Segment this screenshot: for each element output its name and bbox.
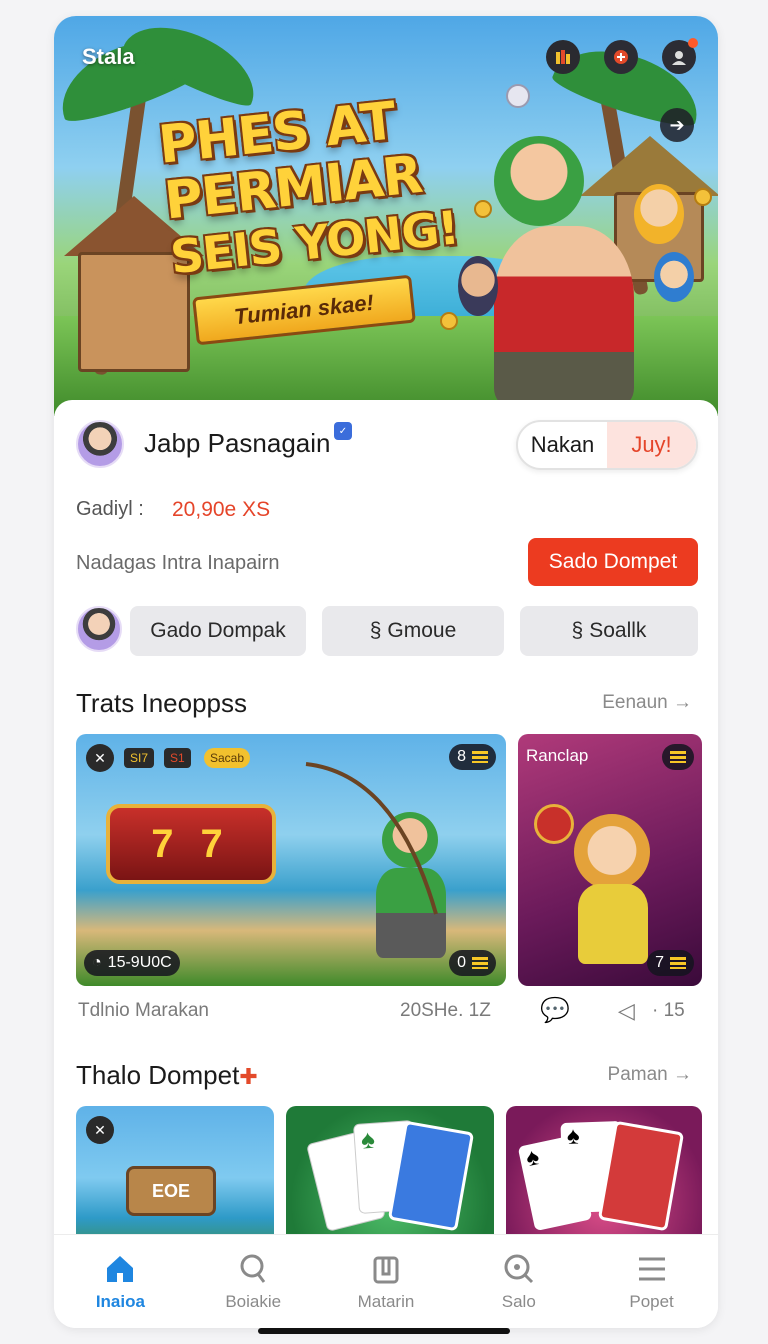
chip-soallk[interactable]: § Soallk bbox=[520, 606, 698, 656]
nav-label: Salo bbox=[501, 1291, 536, 1311]
home-indicator[interactable] bbox=[258, 1328, 510, 1334]
game-tile-fishing[interactable]: 7 7 ✕ SI7 S1 Sacab 8 ◔ 15-9U0C 0 bbox=[76, 734, 506, 986]
chip-gado-dompak[interactable]: Gado Dompak bbox=[130, 606, 306, 656]
notification-dot bbox=[688, 38, 698, 48]
slot-machine: 7 7 bbox=[106, 804, 276, 884]
nav-item-matarin[interactable]: Matarin bbox=[320, 1235, 453, 1328]
nav-label: Popet bbox=[629, 1291, 674, 1311]
coin bbox=[694, 188, 712, 206]
nav-item-salo[interactable]: Salo bbox=[452, 1235, 585, 1328]
gauge-icon: ◔ bbox=[92, 954, 102, 971]
chart-icon[interactable] bbox=[546, 40, 580, 74]
island-hut: EOE bbox=[126, 1166, 216, 1216]
stack-icon bbox=[670, 957, 686, 969]
tag: S1 bbox=[164, 748, 191, 768]
arrow-right-icon: → bbox=[673, 1064, 692, 1085]
coin bbox=[474, 200, 492, 218]
profile-icon[interactable] bbox=[662, 38, 698, 74]
tile-caption: Tdlnio Marakan bbox=[78, 1000, 209, 1021]
primary-button[interactable]: Sado Dompet bbox=[528, 538, 698, 586]
tag: Sacab bbox=[204, 748, 251, 768]
stack-icon bbox=[472, 751, 488, 763]
tile-date: 20SHe. 1Z bbox=[400, 1000, 491, 1021]
balance-value: 20,90e XS bbox=[172, 498, 271, 521]
comment-icon[interactable]: 💬 bbox=[540, 996, 570, 1025]
tag: SI7 bbox=[124, 748, 155, 768]
game-tile-ranclap[interactable]: Ranclap 7 bbox=[518, 734, 702, 986]
nav-item-popet[interactable]: Popet bbox=[585, 1235, 718, 1328]
section-title-text: Thalo Dompet bbox=[76, 1060, 240, 1090]
chip bbox=[506, 84, 530, 108]
verified-icon: ✓ bbox=[334, 422, 352, 440]
see-more-label: Paman bbox=[607, 1064, 668, 1085]
spin-icon bbox=[534, 804, 574, 844]
search-icon bbox=[502, 1252, 536, 1286]
info-pill: ◔ 15-9U0C bbox=[84, 950, 180, 976]
counter-pill: 7 bbox=[647, 950, 694, 976]
nav-item-boiakie[interactable]: Boiakie bbox=[187, 1235, 320, 1328]
coin bbox=[440, 312, 458, 330]
game-icon[interactable] bbox=[604, 40, 638, 74]
stack-pill bbox=[662, 744, 694, 770]
next-arrow-icon[interactable]: ➔ bbox=[660, 108, 694, 142]
character-green-hat bbox=[494, 136, 584, 226]
mode-toggle[interactable]: Nakan Juy! bbox=[516, 420, 698, 470]
counter-pill: 8 bbox=[449, 744, 496, 770]
fishing-rod-icon bbox=[305, 762, 438, 915]
balance-label: Gadiyl : bbox=[76, 498, 144, 520]
character-boy bbox=[458, 256, 498, 316]
character-hero bbox=[494, 226, 634, 406]
subtitle: Nadagas Intra Inapairn bbox=[76, 552, 280, 574]
avatar-small[interactable] bbox=[76, 606, 122, 652]
share-icon[interactable]: ◁ bbox=[618, 998, 635, 1024]
nav-label: Matarin bbox=[357, 1291, 415, 1311]
counter-value: 7 bbox=[655, 954, 664, 971]
counter-value: 8 bbox=[457, 748, 466, 765]
bottom-nav: Inaioa Boiakie Matarin Salo Popet bbox=[54, 1234, 718, 1328]
link-icon: § bbox=[571, 619, 584, 642]
menu-icon bbox=[635, 1252, 669, 1286]
content-card: Jabp Pasnagain ✓ Nakan Juy! Gadiyl : 20,… bbox=[54, 400, 718, 1328]
app-screen: Stala ➔ PHES AT PERMIAR SEIS YONG! Tumia… bbox=[54, 16, 718, 1328]
chip-gmoue[interactable]: § Gmoue bbox=[322, 606, 504, 656]
gift-icon: ✚ bbox=[239, 1064, 258, 1089]
nav-label: Boiakie bbox=[225, 1291, 282, 1311]
user-name: Jabp Pasnagain bbox=[144, 428, 331, 458]
see-more-label: Eenaun bbox=[602, 692, 668, 713]
hero-banner[interactable]: Stala ➔ PHES AT PERMIAR SEIS YONG! Tumia… bbox=[54, 16, 718, 416]
stack-icon bbox=[472, 957, 488, 969]
toggle-option-right[interactable]: Juy! bbox=[607, 422, 696, 468]
share-count: · 15 bbox=[652, 1000, 685, 1021]
chip-label: Soallk bbox=[589, 619, 647, 642]
info-value: 15-9U0C bbox=[107, 954, 172, 971]
hero-brand: Stala bbox=[82, 44, 135, 69]
character-blonde bbox=[574, 814, 650, 890]
character-blonde bbox=[634, 184, 684, 244]
search-bubble-icon bbox=[236, 1252, 270, 1286]
close-icon[interactable]: ✕ bbox=[86, 1116, 114, 1144]
nav-item-home[interactable]: Inaioa bbox=[54, 1235, 187, 1328]
link-icon: § bbox=[369, 619, 382, 642]
hero-title: PHES AT PERMIAR SEIS YONG! bbox=[156, 87, 472, 285]
tile-label: Ranclap bbox=[526, 746, 589, 765]
see-more-link[interactable]: Paman → bbox=[608, 1064, 692, 1086]
avatar[interactable] bbox=[76, 420, 124, 468]
character-body bbox=[578, 884, 648, 964]
close-icon[interactable]: ✕ bbox=[86, 744, 114, 772]
hero-icon-row bbox=[546, 38, 698, 74]
nav-label: Inaioa bbox=[95, 1291, 145, 1311]
cards-icon bbox=[369, 1252, 403, 1286]
arrow-right-icon: → bbox=[673, 692, 692, 713]
chip-label: Gado Dompak bbox=[150, 619, 286, 642]
chip-label: Gmoue bbox=[387, 619, 457, 642]
counter-value: 0 bbox=[457, 954, 466, 971]
section-title: Thalo Dompet✚ bbox=[76, 1060, 258, 1091]
see-more-link[interactable]: Eenaun → bbox=[602, 692, 692, 714]
counter-pill: 0 bbox=[449, 950, 496, 976]
toggle-option-left[interactable]: Nakan bbox=[518, 422, 607, 468]
section-title: Trats Ineoppss bbox=[76, 688, 248, 718]
character-kid bbox=[654, 252, 694, 302]
home-icon bbox=[103, 1252, 137, 1286]
stack-icon bbox=[670, 751, 686, 763]
